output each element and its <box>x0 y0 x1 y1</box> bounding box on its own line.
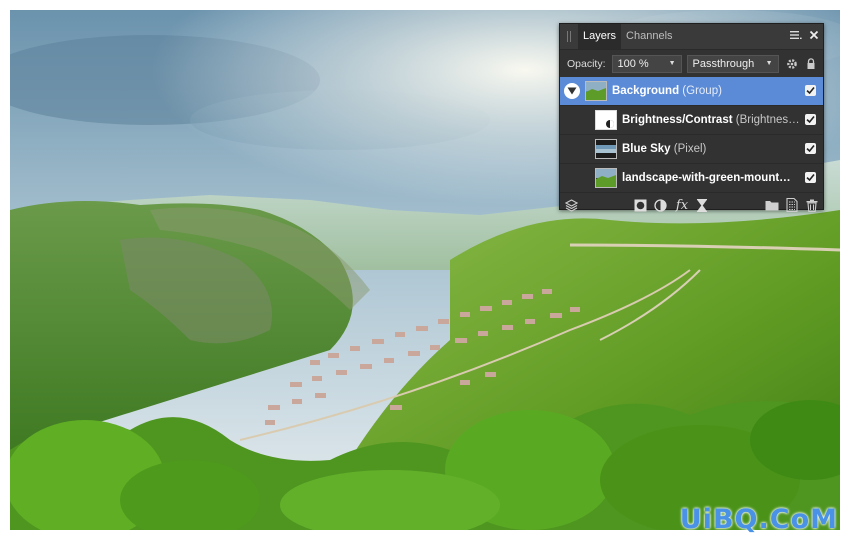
layer-name: Blue Sky (Pixel) <box>622 143 707 155</box>
layer-row-brightness-contrast[interactable]: Brightness/Contrast (Brightnes… <box>560 106 823 135</box>
layer-thumbnail-adjustment <box>595 110 617 130</box>
layer-thumbnail-sky <box>595 139 617 159</box>
layer-row-background[interactable]: Background (Group) <box>560 77 823 106</box>
chevron-down-icon: ▼ <box>668 60 676 67</box>
gear-icon[interactable] <box>786 57 798 71</box>
visibility-checkbox[interactable] <box>805 172 816 183</box>
panel-tab-bar: Layers Channels <box>560 24 823 50</box>
layer-row-landscape[interactable]: landscape-with-green-mount… <box>560 164 823 193</box>
panel-grip-handle[interactable] <box>560 24 578 49</box>
visibility-checkbox[interactable] <box>805 85 816 96</box>
tab-layers[interactable]: Layers <box>578 24 622 49</box>
blend-mode-value: Passthrough <box>692 57 755 70</box>
opacity-blend-row: Opacity: 100 % ▼ Passthrough ▼ <box>560 50 823 77</box>
menu-lines-icon[interactable] <box>787 30 805 43</box>
layer-thumbnail-landscape <box>595 168 617 188</box>
blend-mode-dropdown[interactable]: Passthrough ▼ <box>686 54 779 73</box>
visibility-checkbox[interactable] <box>805 114 816 125</box>
layer-thumbnail-landscape <box>585 81 607 101</box>
adjustment-icon[interactable] <box>653 198 667 212</box>
mask-icon[interactable] <box>633 198 647 212</box>
new-layer-icon[interactable] <box>785 198 799 212</box>
close-icon[interactable] <box>805 30 823 43</box>
layers-footer-toolbar: fx <box>560 193 823 216</box>
folder-icon[interactable] <box>765 198 779 212</box>
opacity-dropdown[interactable]: 100 % ▼ <box>611 54 682 73</box>
tab-channels[interactable]: Channels <box>621 24 677 49</box>
fx-icon[interactable]: fx <box>673 198 691 213</box>
opacity-label: Opacity: <box>567 57 606 70</box>
opacity-value: 100 % <box>617 57 649 70</box>
layer-name: Brightness/Contrast (Brightnes… <box>622 114 800 126</box>
layer-stack-icon[interactable] <box>564 198 578 212</box>
layer-row-blue-sky[interactable]: Blue Sky (Pixel) <box>560 135 823 164</box>
trash-icon[interactable] <box>805 198 819 212</box>
layers-panel: Layers Channels Opacity: 100 % ▼ Passthr… <box>559 23 824 213</box>
visibility-checkbox[interactable] <box>805 143 816 154</box>
layer-name: landscape-with-green-mount… <box>622 172 791 184</box>
expand-triangle-icon[interactable] <box>564 83 580 99</box>
hourglass-icon[interactable] <box>695 198 709 212</box>
layer-name: Background (Group) <box>612 85 722 97</box>
watermark-logo: UiBQ.CoM <box>679 504 838 535</box>
chevron-down-icon: ▼ <box>765 60 773 67</box>
lock-icon[interactable] <box>805 57 817 71</box>
